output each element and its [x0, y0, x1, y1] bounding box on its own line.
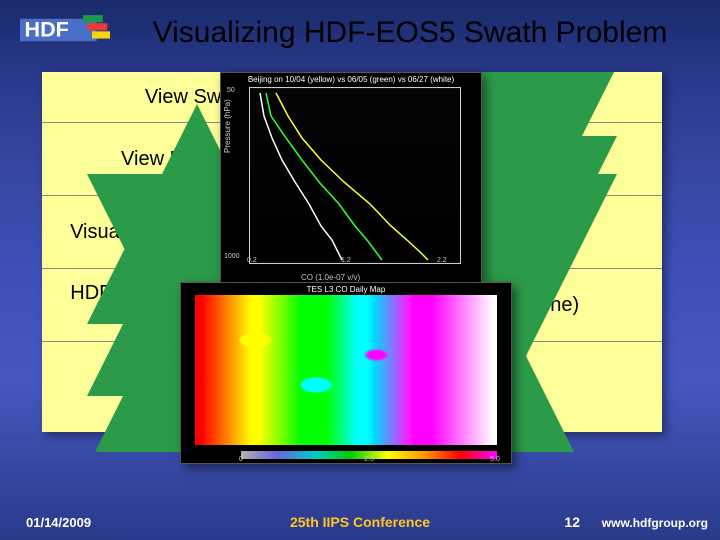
- line-plot-area: [249, 87, 461, 264]
- cbar-tick: 0: [239, 456, 243, 463]
- xtick: 0.2: [247, 257, 257, 264]
- cbar-tick: 5.0: [490, 456, 500, 463]
- ylabel: Pressure (hPa): [223, 99, 232, 153]
- slide: HDF Visualizing HDF-EOS5 Swath Problem V…: [0, 0, 720, 540]
- ytick: 50: [227, 87, 235, 94]
- slide-title: Visualizing HDF-EOS5 Swath Problem: [120, 16, 700, 50]
- world-title: TES L3 CO Daily Map: [181, 283, 511, 294]
- xtick: 1.2: [341, 257, 351, 264]
- cbar-tick: 2.5: [364, 456, 374, 463]
- xlabel: CO (1.0e-07 v/v): [301, 273, 360, 282]
- hdf-logo: HDF: [20, 10, 110, 50]
- heatmap-surface: [195, 295, 497, 445]
- svg-text:HDF: HDF: [25, 17, 69, 42]
- xtick: 2.2: [437, 257, 447, 264]
- line-series: [250, 88, 460, 263]
- line-chart-title: Beijing on 10/04 (yellow) vs 06/05 (gree…: [221, 73, 481, 84]
- footer-page-number: 12: [564, 514, 580, 530]
- footer-hdfgroup: www.hdfgroup.org: [602, 516, 708, 530]
- ytick: 1000: [224, 253, 240, 260]
- line-chart: Beijing on 10/04 (yellow) vs 06/05 (gree…: [220, 72, 482, 284]
- world-heatmap: TES L3 CO Daily Map 0 2.5 5.0: [180, 282, 512, 464]
- footer: 01/14/2009 25th IIPS Conference 12 www.h…: [0, 506, 720, 530]
- cf-option-text: CF option: [481, 232, 574, 254]
